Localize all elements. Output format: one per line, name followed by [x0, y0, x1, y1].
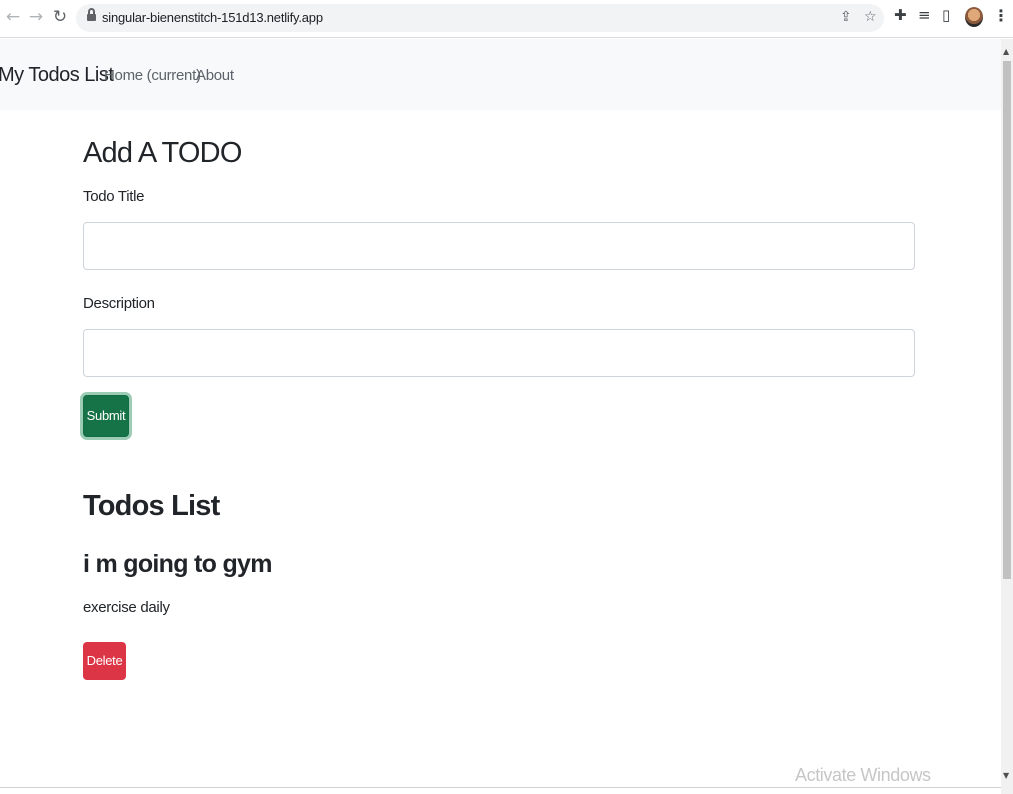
reading-list-icon[interactable]: ≡ [918, 6, 931, 24]
nav-link-home[interactable]: Home (current) [104, 67, 201, 84]
extensions-icon[interactable]: ✚ [894, 6, 907, 24]
page-scrollbar[interactable]: ▲ ▼ [1001, 39, 1013, 794]
browser-toolbar: ← → ↻ singular-bienenstitch-151d13.netli… [0, 0, 1013, 38]
nav-link-about[interactable]: About [196, 67, 234, 84]
forward-arrow-icon[interactable]: → [25, 6, 47, 28]
activate-windows-watermark: Activate Windows [795, 765, 931, 785]
description-label: Description [83, 295, 155, 312]
side-panel-icon[interactable]: ▯ [942, 6, 950, 24]
browser-menu-icon[interactable]: ⋮ [993, 6, 1009, 25]
bookmark-star-icon[interactable]: ☆ [864, 9, 877, 25]
todos-list-heading: Todos List [83, 490, 220, 522]
add-todo-heading: Add A TODO [83, 137, 242, 169]
url-text: singular-bienenstitch-151d13.netlify.app [102, 10, 323, 25]
share-icon[interactable]: ⇪ [840, 9, 852, 25]
site-navbar: My Todos List Home (current) About [0, 39, 1001, 110]
scroll-down-arrow-icon[interactable]: ▼ [1003, 771, 1009, 780]
taskbar-divider [0, 787, 1001, 788]
todo-item-description: exercise daily [83, 599, 170, 616]
todo-title-label: Todo Title [83, 188, 145, 205]
submit-button[interactable]: Submit [83, 395, 129, 437]
delete-button[interactable]: Delete [83, 642, 126, 680]
scroll-up-arrow-icon[interactable]: ▲ [1003, 47, 1009, 56]
profile-avatar[interactable] [965, 7, 983, 27]
todo-item-title: i m going to gym [83, 550, 272, 578]
description-input[interactable] [83, 329, 915, 377]
address-bar[interactable]: singular-bienenstitch-151d13.netlify.app… [76, 4, 884, 32]
reload-icon[interactable]: ↻ [49, 6, 71, 28]
lock-icon [87, 8, 96, 23]
todo-title-input[interactable] [83, 222, 915, 270]
navbar-brand[interactable]: My Todos List [0, 64, 114, 87]
back-arrow-icon[interactable]: ← [2, 6, 24, 28]
scrollbar-thumb[interactable] [1003, 61, 1011, 579]
